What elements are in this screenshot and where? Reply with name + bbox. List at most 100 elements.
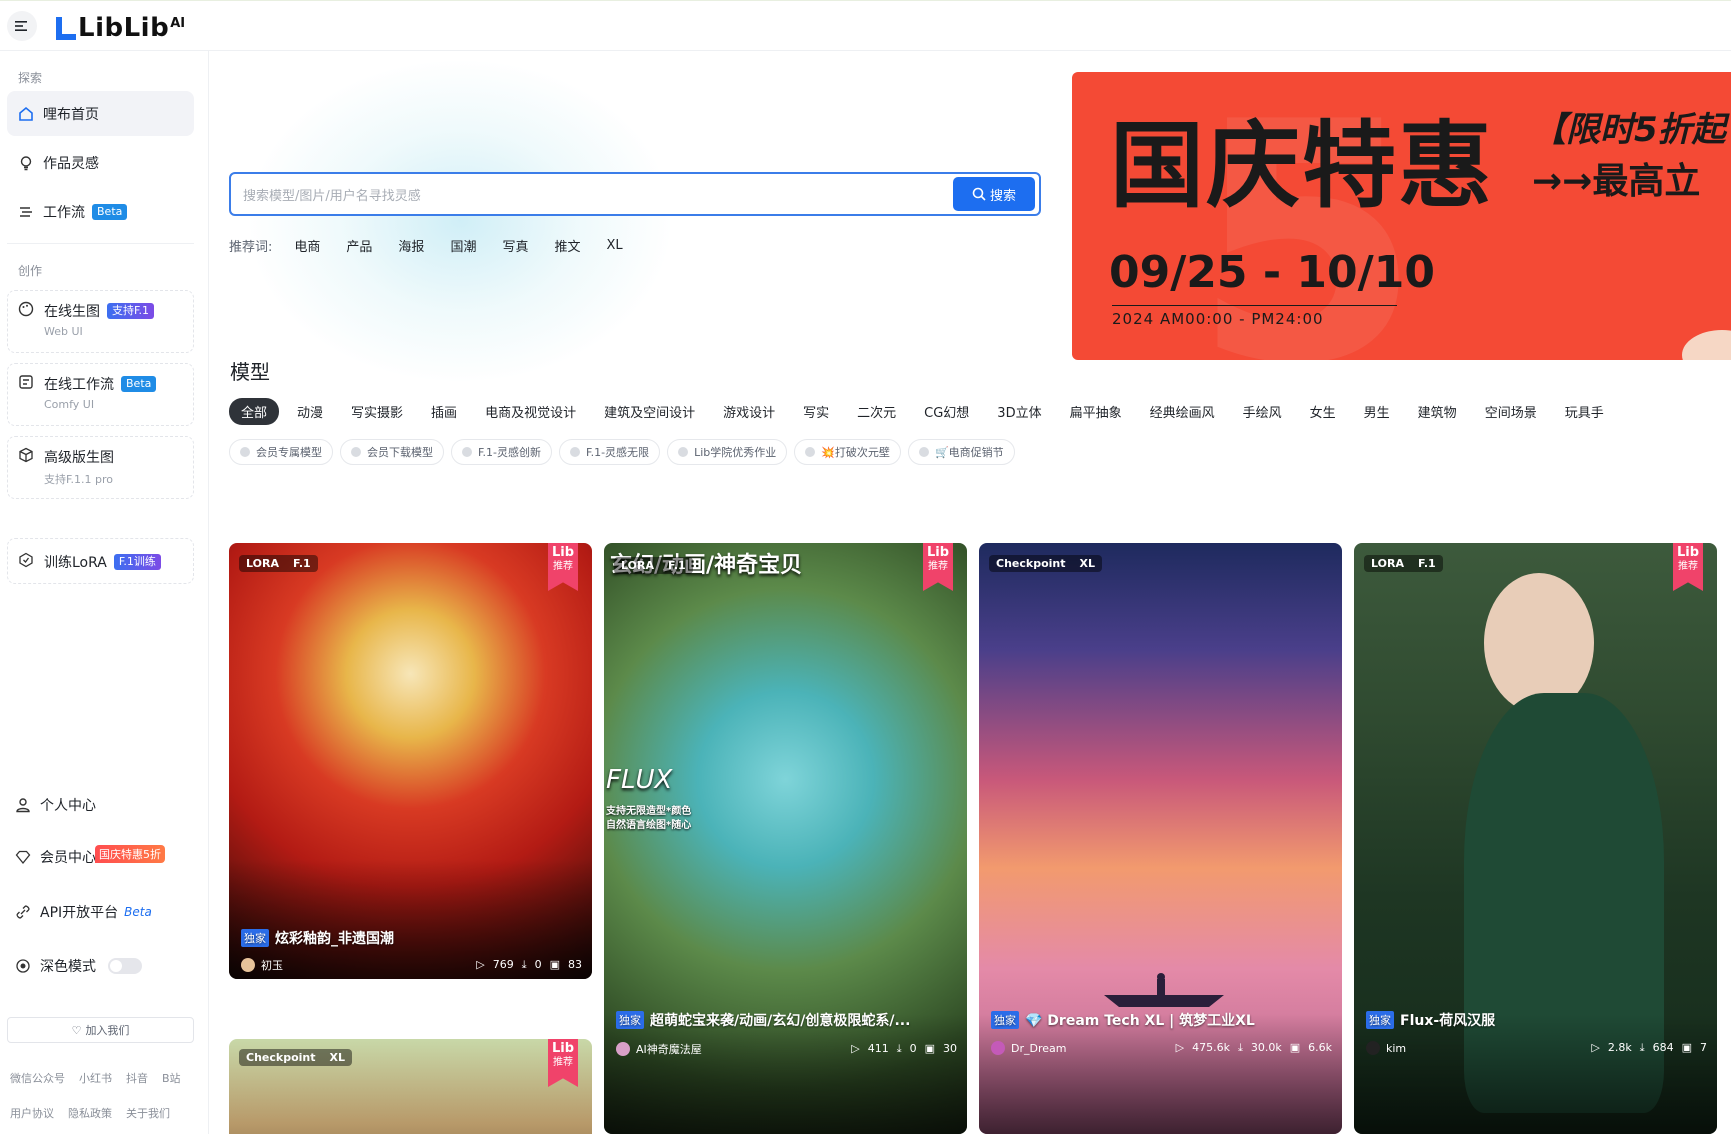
portrait-face <box>1484 573 1594 713</box>
tab-category[interactable]: CG幻想 <box>924 402 969 421</box>
card-title: 独家 超萌蛇宝来袭/动画/玄幻/创意极限蛇系/... <box>616 1010 910 1030</box>
tab-category[interactable]: 电商及视觉设计 <box>485 402 576 421</box>
tab-category[interactable]: 写实摄影 <box>351 402 403 421</box>
filter-chip[interactable]: Lib学院优秀作业 <box>667 439 788 465</box>
tab-category[interactable]: 扁平抽象 <box>1070 402 1122 421</box>
bulb-icon <box>17 154 35 172</box>
chip-label: 💥打破次元壁 <box>821 446 890 459</box>
tab-category[interactable]: 经典绘画风 <box>1150 402 1215 421</box>
avatar <box>241 958 255 972</box>
beta-badge: Beta <box>124 905 152 919</box>
sidebar-item-advanced-gen[interactable]: 高级版生图 支持F.1.1 pro <box>7 436 194 499</box>
sidebar-item-membership[interactable]: 会员中心 <box>14 847 96 867</box>
model-card[interactable]: Checkpoint XL Lib 推荐 <box>229 1039 592 1134</box>
image-icon: ▣ <box>1289 1041 1301 1054</box>
tab-category[interactable]: 动漫 <box>297 402 323 421</box>
boat-illustration <box>1104 973 1224 1007</box>
search-button[interactable]: 搜索 <box>953 177 1035 211</box>
sidebar-item-profile[interactable]: 个人中心 <box>14 795 96 815</box>
recommend-word[interactable]: 产品 <box>346 236 372 255</box>
model-card[interactable]: Checkpoint XL 独家 💎 Dream Tech XL | 筑梦工业XL … <box>979 543 1342 1134</box>
card-tag: XL <box>1079 557 1096 570</box>
chip-label: 🛒电商促销节 <box>934 446 1004 459</box>
card-title-text: Flux-荷风汉服 <box>1400 1013 1496 1029</box>
filter-chip[interactable]: F.1-灵感无限 <box>559 439 661 465</box>
sidebar-item-sub: 支持F.1.1 pro <box>44 473 114 486</box>
card-tags: LORA F.1 <box>239 555 318 572</box>
tab-category[interactable]: 玩具手 <box>1565 402 1604 421</box>
recommend-word[interactable]: 国潮 <box>450 236 476 255</box>
recommend-word[interactable]: 海报 <box>398 236 424 255</box>
api-icon <box>14 903 32 921</box>
card-author: AI神奇魔法屋 <box>636 1043 702 1056</box>
card-shade <box>1354 1014 1717 1134</box>
image-icon: ▣ <box>1681 1041 1692 1054</box>
card-shade <box>604 1014 967 1134</box>
ribbon-lib: Lib <box>926 545 950 560</box>
tab-category[interactable]: 建筑物 <box>1418 402 1457 421</box>
footer-link[interactable]: 抖音 <box>126 1070 148 1086</box>
footer-link[interactable]: B站 <box>162 1070 181 1086</box>
tab-category[interactable]: 手绘风 <box>1243 402 1282 421</box>
tab-category[interactable]: 女生 <box>1310 402 1336 421</box>
model-card[interactable]: 玄幻/动画/神奇宝贝 LORA F.1 Lib 推荐 FLUX 支持无限造型*颜色 … <box>604 543 967 1134</box>
sidebar-item-home[interactable]: 哩布首页 <box>7 91 194 136</box>
card-tag: F.1 <box>1417 557 1436 570</box>
tab-category[interactable]: 空间场景 <box>1485 402 1537 421</box>
filter-chip[interactable]: 会员专属模型 <box>229 439 333 465</box>
footer-link[interactable]: 隐私政策 <box>68 1105 112 1121</box>
sidebar-item-label: 深色模式 <box>40 959 96 975</box>
tab-category[interactable]: 建筑及空间设计 <box>604 402 695 421</box>
tab-category[interactable]: 游戏设计 <box>723 402 775 421</box>
recommend-word[interactable]: XL <box>606 238 622 253</box>
chip-label: F.1-灵感创新 <box>478 446 542 459</box>
recommend-label: 推荐词: <box>229 240 273 255</box>
card-tag: LORA <box>621 559 654 572</box>
card-tag: Checkpoint <box>246 1051 316 1064</box>
footer-link[interactable]: 微信公众号 <box>10 1070 65 1086</box>
dark-mode-toggle[interactable] <box>108 958 142 974</box>
sidebar-item-label: 工作流 <box>43 204 85 221</box>
sidebar-item-online-gen[interactable]: 在线生图 支持F.1 Web UI <box>7 290 194 353</box>
banner-title: 国庆特惠 <box>1110 112 1495 221</box>
footer-link[interactable]: 用户协议 <box>10 1105 54 1121</box>
download-icon: ⤓ <box>1237 1041 1243 1054</box>
sidebar-item-online-workflow[interactable]: 在线工作流 Beta Comfy UI <box>7 363 194 426</box>
tab-all[interactable]: 全部 <box>229 398 280 425</box>
card-overlay-flux: FLUX <box>606 765 673 795</box>
tab-category[interactable]: 写实 <box>803 402 829 421</box>
recommend-word[interactable]: 写真 <box>502 236 528 255</box>
filter-chip[interactable]: 会员下载模型 <box>340 439 444 465</box>
filter-chip[interactable]: F.1-灵感创新 <box>451 439 553 465</box>
download-icon: ⤓ <box>1639 1041 1645 1054</box>
model-card[interactable]: LORA F.1 Lib 推荐 独家 炫彩釉韵_非遗国潮 初玉 ▷ 769 ⤓ 0 ▣ 83 <box>229 543 592 979</box>
sidebar-item-label: 个人中心 <box>40 798 96 814</box>
liblib-logo[interactable]: LibLib AI <box>54 13 185 43</box>
sidebar-item-dark-mode[interactable]: 深色模式 <box>14 956 142 976</box>
stat-images: 7 <box>1700 1041 1707 1054</box>
tab-category[interactable]: 男生 <box>1364 402 1390 421</box>
sidebar-item-train-lora[interactable]: 训练LoRA F.1训练 <box>7 538 194 584</box>
join-us-button[interactable]: ♡ 加入我们 <box>7 1017 194 1043</box>
footer-link[interactable]: 小红书 <box>79 1070 112 1086</box>
ribbon-text: 推荐 <box>1678 561 1698 572</box>
tab-category[interactable]: 3D立体 <box>997 402 1041 421</box>
footer-link[interactable]: 关于我们 <box>126 1105 170 1121</box>
model-card[interactable]: LORA F.1 Lib 推荐 独家 Flux-荷风汉服 kim ▷ 2.8k ⤓ 684 ▣… <box>1354 543 1717 1134</box>
main-content: 搜索模型/图片/用户名寻找灵感 搜索 推荐词: 电商 产品 海报 国潮 写真 推… <box>210 51 1731 1134</box>
tab-category[interactable]: 二次元 <box>857 402 896 421</box>
recommend-word[interactable]: 推文 <box>554 236 580 255</box>
tab-category[interactable]: 插画 <box>431 402 457 421</box>
promo-banner[interactable]: 5 国庆特惠 【限时5折起 →→最高立 09/25 - 10/10 2024 A… <box>1072 72 1731 360</box>
card-tag: LORA <box>246 557 279 570</box>
filter-chip[interactable]: 🛒电商促销节 <box>907 439 1015 465</box>
card-title-text: 超萌蛇宝来袭/动画/玄幻/创意极限蛇系/... <box>650 1013 911 1029</box>
sidebar-item-inspiration[interactable]: 作品灵感 <box>7 140 194 185</box>
filter-chip[interactable]: 💥打破次元壁 <box>794 439 901 465</box>
recommend-word[interactable]: 电商 <box>294 236 320 255</box>
card-title-text: 炫彩釉韵_非遗国潮 <box>275 931 394 947</box>
sidebar-item-api[interactable]: API开放平台 Beta <box>14 902 152 922</box>
sidebar-item-workflow[interactable]: 工作流 Beta <box>7 189 194 234</box>
search-input[interactable]: 搜索模型/图片/用户名寻找灵感 <box>243 185 953 204</box>
menu-icon[interactable] <box>7 11 37 41</box>
